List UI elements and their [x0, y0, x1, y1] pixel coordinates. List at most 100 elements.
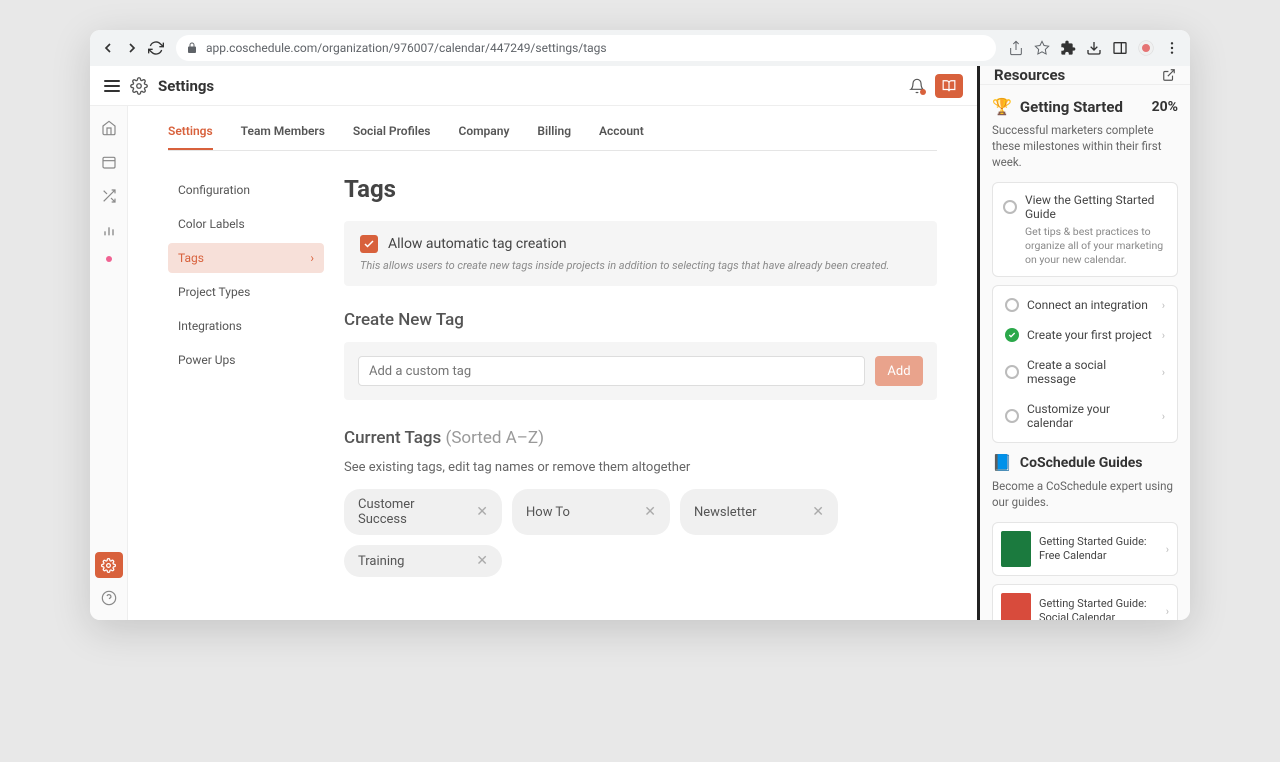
browser-window: app.coschedule.com/organization/976007/c…	[90, 30, 1190, 620]
settings-body: Configuration Color Labels Tags › Projec…	[168, 151, 937, 577]
reload-icon[interactable]	[148, 40, 164, 56]
tag-list: Customer Success✕ How To✕ Newsletter✕ Tr…	[344, 489, 937, 577]
tabs: Settings Team Members Social Profiles Co…	[168, 106, 937, 151]
guide-card[interactable]: Getting Started Guide: Free Calendar ›	[992, 522, 1178, 576]
external-link-icon[interactable]	[1162, 68, 1176, 82]
page-title: Tags	[344, 175, 937, 203]
browser-toolbar: app.coschedule.com/organization/976007/c…	[90, 30, 1190, 66]
hamburger-button[interactable]	[104, 80, 120, 92]
gs-first-card[interactable]: View the Getting Started Guide Get tips …	[992, 182, 1178, 277]
share-icon[interactable]	[1008, 40, 1024, 56]
page-header-title: Settings	[158, 77, 214, 95]
guide-thumb	[1001, 531, 1031, 567]
tag-chip[interactable]: How To✕	[512, 489, 670, 535]
tag-chip[interactable]: Customer Success✕	[344, 489, 502, 535]
main-panel: Settings	[90, 66, 980, 620]
extension-icon[interactable]	[1060, 40, 1076, 56]
app-body: Settings Team Members Social Profiles Co…	[90, 106, 977, 620]
todo-circle-icon	[1005, 298, 1019, 312]
analytics-icon[interactable]	[101, 222, 117, 238]
sidemenu-project-types[interactable]: Project Types	[168, 277, 324, 307]
getting-started-desc: Successful marketers complete these mile…	[992, 122, 1178, 170]
lock-icon	[186, 42, 198, 54]
sidemenu-color-labels[interactable]: Color Labels	[168, 209, 324, 239]
gs-item[interactable]: Connect an integration ›	[1003, 290, 1167, 320]
sidemenu-integrations[interactable]: Integrations	[168, 311, 324, 341]
resources-header: Resources	[980, 66, 1190, 85]
allow-auto-tag-checkbox[interactable]	[360, 235, 378, 253]
tab-settings[interactable]: Settings	[168, 124, 213, 150]
content-area: Settings Team Members Social Profiles Co…	[128, 106, 977, 620]
calendar-icon[interactable]	[101, 154, 117, 170]
guides-desc: Become a CoSchedule expert using our gui…	[992, 478, 1178, 510]
remove-tag-icon[interactable]: ✕	[476, 504, 488, 520]
status-dot-icon[interactable]	[106, 256, 112, 262]
shuffle-icon[interactable]	[101, 188, 117, 204]
add-tag-button[interactable]: Add	[875, 356, 923, 386]
home-icon[interactable]	[101, 120, 117, 136]
option-box: Allow automatic tag creation This allows…	[344, 221, 937, 286]
tab-account[interactable]: Account	[599, 124, 644, 150]
todo-circle-icon	[1005, 365, 1019, 379]
tab-social-profiles[interactable]: Social Profiles	[353, 124, 431, 150]
settings-sidemenu: Configuration Color Labels Tags › Projec…	[168, 175, 324, 577]
gs-list-card: Connect an integration › Create your fir…	[992, 285, 1178, 443]
notifications-button[interactable]	[909, 78, 925, 94]
profile-icon[interactable]	[1138, 40, 1154, 56]
tab-team-members[interactable]: Team Members	[241, 124, 325, 150]
resources-title: Resources	[994, 66, 1065, 84]
check-circle-icon	[1005, 328, 1019, 342]
app-header: Settings	[90, 66, 977, 106]
star-icon[interactable]	[1034, 40, 1050, 56]
remove-tag-icon[interactable]: ✕	[476, 553, 488, 569]
help-icon[interactable]	[101, 590, 117, 606]
sidemenu-power-ups[interactable]: Power Ups	[168, 345, 324, 375]
url-text: app.coschedule.com/organization/976007/c…	[206, 41, 607, 55]
sidemenu-configuration[interactable]: Configuration	[168, 175, 324, 205]
guides-title: CoSchedule Guides	[1020, 455, 1143, 471]
guide-card[interactable]: Getting Started Guide: Social Calendar ›	[992, 584, 1178, 620]
panel-icon[interactable]	[1112, 40, 1128, 56]
chevron-right-icon: ›	[1166, 605, 1169, 618]
resources-toggle-button[interactable]	[935, 74, 963, 98]
url-bar[interactable]: app.coschedule.com/organization/976007/c…	[176, 35, 996, 61]
app-container: Settings	[90, 66, 1190, 620]
gear-icon	[130, 77, 148, 95]
tab-billing[interactable]: Billing	[537, 124, 571, 150]
sidemenu-tags[interactable]: Tags ›	[168, 243, 324, 273]
forward-icon[interactable]	[124, 40, 140, 56]
remove-tag-icon[interactable]: ✕	[644, 504, 656, 520]
tag-chip[interactable]: Newsletter✕	[680, 489, 838, 535]
icon-rail	[90, 106, 128, 620]
chevron-right-icon: ›	[1166, 543, 1169, 556]
current-tags-subtitle: See existing tags, edit tag names or rem…	[344, 460, 937, 475]
book-icon: 📘	[992, 453, 1012, 472]
tag-input[interactable]	[358, 356, 865, 386]
current-tags-title: Current Tags (Sorted A–Z)	[344, 428, 937, 448]
gs-item[interactable]: Customize your calendar ›	[1003, 394, 1167, 438]
gs-item[interactable]: Create your first project ›	[1003, 320, 1167, 350]
create-tag-box: Add	[344, 342, 937, 400]
chevron-right-icon: ›	[1162, 410, 1165, 423]
tab-company[interactable]: Company	[458, 124, 509, 150]
guide-thumb	[1001, 593, 1031, 620]
remove-tag-icon[interactable]: ✕	[812, 504, 824, 520]
chevron-right-icon: ›	[1162, 366, 1165, 379]
download-icon[interactable]	[1086, 40, 1102, 56]
getting-started-title: Getting Started	[1020, 98, 1144, 116]
todo-circle-icon	[1005, 409, 1019, 423]
todo-circle-icon	[1003, 200, 1017, 214]
trophy-icon: 🏆	[992, 97, 1012, 116]
notification-dot	[920, 89, 926, 95]
chevron-right-icon: ›	[310, 251, 314, 265]
tag-chip[interactable]: Training✕	[344, 545, 502, 577]
settings-nav-button[interactable]	[95, 552, 123, 578]
resources-panel: Resources 🏆 Getting Started 20% Successf…	[980, 66, 1190, 620]
getting-started-pct: 20%	[1152, 99, 1178, 115]
gs-item[interactable]: Create a social message ›	[1003, 350, 1167, 394]
create-tag-title: Create New Tag	[344, 310, 937, 330]
menu-dots-icon[interactable]	[1164, 40, 1180, 56]
back-icon[interactable]	[100, 40, 116, 56]
main-content: Tags Allow automatic tag creation This a…	[344, 175, 937, 577]
option-help: This allows users to create new tags ins…	[360, 259, 921, 272]
